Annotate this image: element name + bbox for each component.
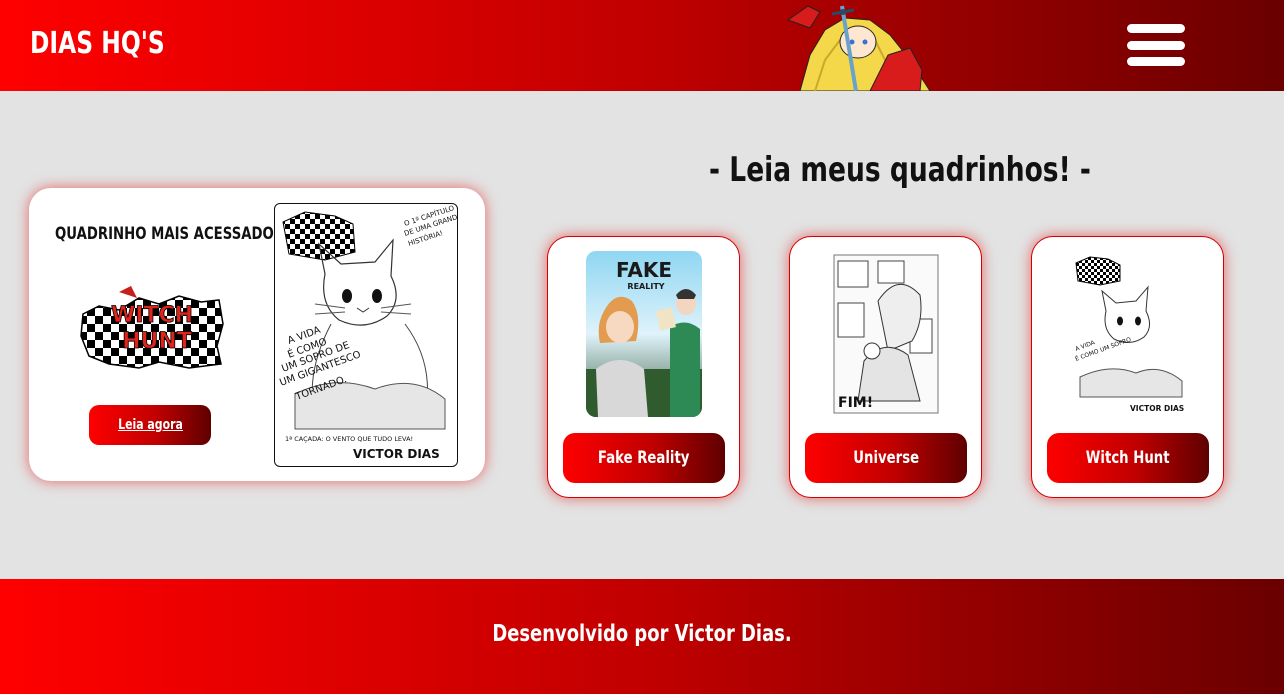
comic-label-witch-hunt: Witch Hunt — [1086, 448, 1170, 468]
featured-comic-cover[interactable]: O 1º CAPÍTULO DE UMA GRANDE HISTÓRIA! A … — [274, 203, 458, 467]
comic-card-witch-hunt: A VIDA É COMO UM SOPRO VICTOR DIAS Witch… — [1031, 236, 1224, 498]
header-character-art — [786, 5, 931, 91]
logo-text-hunt: HUNT — [122, 329, 192, 354]
fake-reality-cover-title: FAKE — [616, 258, 672, 282]
universe-cover-end-text: FIM! — [838, 395, 873, 411]
comic-button-witch-hunt[interactable]: Witch Hunt — [1047, 433, 1209, 483]
comic-label-universe: Universe — [853, 448, 919, 468]
cover-author: VICTOR DIAS — [353, 447, 440, 461]
menu-bar — [1127, 24, 1185, 33]
fake-reality-cover-subtitle: REALITY — [627, 282, 664, 291]
comic-card-fake-reality: FAKE REALITY Fake Reality — [547, 236, 740, 498]
comic-cover-witch-hunt[interactable]: A VIDA É COMO UM SOPRO VICTOR DIAS — [1070, 251, 1186, 417]
site-header: DIAS HQ'S — [0, 0, 1284, 91]
witch-hunt-cover-art: A VIDA É COMO UM SOPRO VICTOR DIAS — [1070, 251, 1186, 417]
comic-label-fake-reality: Fake Reality — [598, 448, 690, 468]
read-now-button[interactable]: Leia agora — [89, 405, 211, 445]
comic-cover-universe[interactable]: FIM! — [828, 251, 944, 417]
cover-caption-bottom: 1ª CAÇADA: O VENTO QUE TUDO LEVA! — [285, 435, 413, 443]
site-footer: Desenvolvido por Victor Dias. — [0, 579, 1284, 694]
witch-hunt-cover-author: VICTOR DIAS — [1130, 404, 1184, 413]
comic-button-universe[interactable]: Universe — [805, 433, 967, 483]
read-now-label: Leia agora — [117, 417, 183, 433]
logo-text-witch: WITCH — [111, 303, 193, 328]
featured-cover-art: O 1º CAPÍTULO DE UMA GRANDE HISTÓRIA! A … — [278, 204, 457, 461]
universe-cover-art: FIM! — [828, 251, 944, 417]
witch-hunt-logo: WITCH HUNT — [80, 286, 224, 369]
site-brand[interactable]: DIAS HQ'S — [30, 26, 165, 61]
menu-bar — [1127, 57, 1185, 66]
menu-bar — [1127, 40, 1185, 50]
featured-label: QUADRINHO MAIS ACESSADO: — [55, 224, 280, 244]
comics-section-title: - Leia meus quadrinhos! - — [709, 150, 1091, 190]
comic-cover-fake-reality[interactable]: FAKE REALITY — [586, 251, 702, 417]
hamburger-menu-icon[interactable] — [1127, 24, 1185, 66]
fake-reality-cover-art: FAKE REALITY — [586, 251, 702, 417]
comic-button-fake-reality[interactable]: Fake Reality — [563, 433, 725, 483]
featured-comic-card: QUADRINHO MAIS ACESSADO: WITCH HUNT Leia… — [29, 188, 485, 481]
footer-credit: Desenvolvido por Victor Dias. — [492, 621, 792, 647]
comic-card-universe: FIM! Universe — [789, 236, 982, 498]
